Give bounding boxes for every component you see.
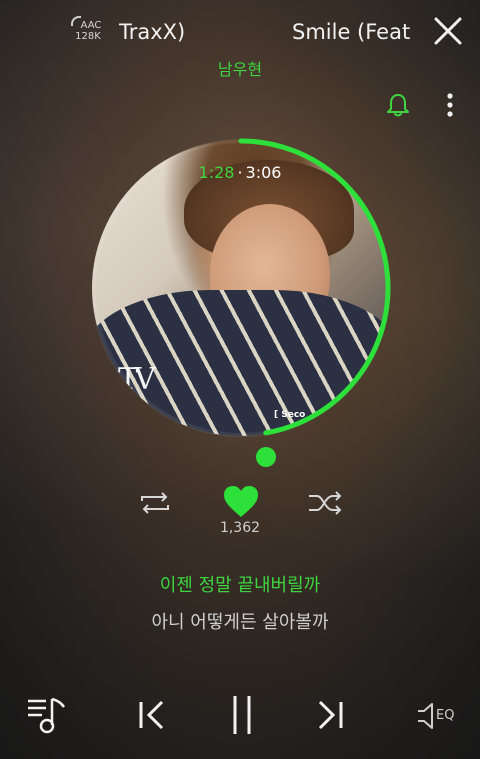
playlist-button[interactable] [26,695,68,735]
bell-icon [387,94,409,117]
repeat-icon [141,492,169,514]
time-display: 1:28 · 3:06 [0,163,480,182]
progress-arc [238,138,391,436]
album-art-container: TV [ Seco [91,137,391,437]
heart-icon [224,486,258,517]
signal-icon [71,16,81,26]
skip-next-icon [318,700,343,730]
lyric-current-line[interactable]: 이젠 정말 끝내버릴까 [0,571,480,597]
song-title-marquee: TraxX) Smile (Feat [114,14,414,50]
eq-label: EQ [436,708,455,723]
shuffle-icon [309,491,342,515]
song-title-tail: TraxX) [119,20,186,44]
previous-track-button[interactable] [136,698,168,732]
shuffle-button[interactable] [306,489,346,517]
progress-ring[interactable] [91,137,391,437]
speaker-eq-icon [418,703,433,729]
notification-button[interactable] [386,92,410,118]
like-count: 1,362 [219,520,261,536]
next-track-button[interactable] [314,698,346,732]
close-button[interactable] [432,15,464,47]
like-button[interactable] [222,484,260,520]
time-separator: · [237,163,243,182]
pause-button[interactable] [228,694,256,736]
audio-quality-badge: AAC 128K [70,14,106,44]
quality-bitrate: 128K [75,31,101,42]
pause-icon [233,696,251,734]
player-screen: AAC 128K TraxX) Smile (Feat 남우현 TV [Sec… [0,0,480,759]
skip-previous-icon [139,700,164,730]
song-title-head: Smile (Feat [292,20,411,44]
equalizer-button[interactable]: EQ [414,700,464,732]
current-time: 1:28 [198,163,235,182]
more-options-button[interactable] [440,92,460,118]
playlist-icon [28,697,66,734]
total-time: 3:06 [245,163,282,182]
artist-name[interactable]: 남우현 [0,56,480,80]
repeat-button[interactable] [136,489,174,517]
close-icon [434,17,462,45]
more-vertical-icon [447,93,453,117]
seek-handle[interactable] [256,447,276,467]
lyric-next-line[interactable]: 아니 어떻게든 살아볼까 [0,608,480,634]
